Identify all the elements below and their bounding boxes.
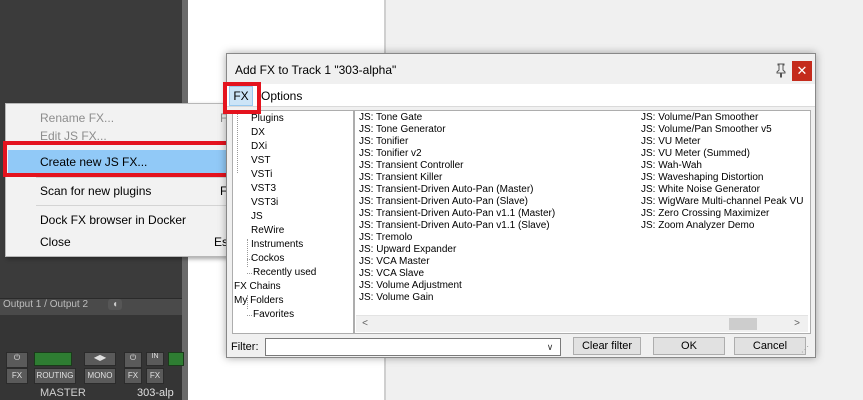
- horizontal-scrollbar[interactable]: < >: [356, 315, 808, 332]
- master-fx-button[interactable]: FX: [6, 368, 28, 384]
- pin-icon[interactable]: [772, 62, 790, 78]
- tree-item-vst[interactable]: VST: [251, 154, 270, 167]
- output-arrow-icon[interactable]: ◖: [108, 299, 122, 310]
- fx-list-item[interactable]: JS: White Noise Generator: [641, 184, 760, 196]
- menu-item-label: Scan for new plugins: [40, 184, 152, 198]
- tree-item-vst3i[interactable]: VST3i: [251, 196, 278, 209]
- tree-connector: [247, 273, 252, 274]
- fx-list-item[interactable]: JS: VU Meter: [641, 136, 700, 148]
- master-mute-solo[interactable]: [34, 352, 72, 366]
- resize-grip-icon[interactable]: ⋰: [801, 346, 811, 356]
- fx-list-item[interactable]: JS: Tonifier: [359, 136, 408, 148]
- tree-guide-line: [237, 111, 238, 173]
- fx-list-item[interactable]: JS: Tone Gate: [359, 112, 422, 124]
- ok-button[interactable]: OK: [653, 337, 725, 355]
- tree-item-vst3[interactable]: VST3: [251, 182, 276, 195]
- menu-separator: [36, 205, 244, 206]
- tree-item-fx-chains[interactable]: FX Chains: [234, 280, 281, 293]
- menu-item-close[interactable]: Close Esc: [6, 232, 250, 252]
- track-mute-solo[interactable]: [168, 352, 184, 366]
- menu-options[interactable]: Options: [261, 86, 302, 106]
- fx-list-item[interactable]: JS: Transient-Driven Auto-Pan (Master): [359, 184, 534, 196]
- plugin-category-tree: Plugins DX DXi VST VSTi VST3 VST3i JS Re…: [232, 110, 354, 334]
- fx-list-item[interactable]: JS: Upward Expander: [359, 244, 456, 256]
- fx-list-item[interactable]: JS: Waveshaping Distortion: [641, 172, 763, 184]
- fx-list-item[interactable]: JS: Tremolo: [359, 232, 412, 244]
- filter-input[interactable]: [265, 338, 561, 356]
- routing-button[interactable]: ROUTING: [34, 368, 76, 384]
- scroll-thumb[interactable]: [729, 318, 757, 330]
- track-power-icon[interactable]: ⏻: [124, 352, 142, 368]
- tree-item-favorites[interactable]: Favorites: [253, 308, 294, 321]
- fx-list-item[interactable]: JS: Transient-Driven Auto-Pan v1.1 (Slav…: [359, 220, 550, 232]
- tree-item-js[interactable]: JS: [251, 210, 263, 223]
- chevron-down-icon[interactable]: ∨: [542, 339, 558, 355]
- filter-label: Filter:: [231, 341, 259, 353]
- context-menu: Rename FX... F2 Edit JS FX... Create new…: [5, 103, 251, 257]
- tree-guide-line: [247, 239, 248, 267]
- tree-item-my-folders[interactable]: My Folders: [234, 294, 283, 307]
- fx-list-item[interactable]: JS: Zero Crossing Maximizer: [641, 208, 769, 220]
- close-button[interactable]: ✕: [792, 61, 812, 81]
- track-in-button[interactable]: IN: [146, 352, 164, 366]
- menu-item-label: Close: [40, 235, 71, 249]
- scroll-left-icon[interactable]: <: [358, 317, 372, 331]
- dialog-title: Add FX to Track 1 "303-alpha": [235, 63, 397, 77]
- fx-list-item[interactable]: JS: Zoom Analyzer Demo: [641, 220, 754, 232]
- clear-filter-button[interactable]: Clear filter: [573, 337, 641, 355]
- fx-list: JS: Tone Gate JS: Tone Generator JS: Ton…: [354, 110, 811, 334]
- menu-item-scan-plugins[interactable]: Scan for new plugins F5: [6, 181, 250, 201]
- menu-separator: [36, 177, 244, 178]
- tree-item-recently-used[interactable]: Recently used: [253, 266, 316, 279]
- add-fx-dialog: Add FX to Track 1 "303-alpha" ✕ FX Optio…: [226, 53, 816, 358]
- fx-list-item[interactable]: JS: VCA Master: [359, 256, 430, 268]
- track-fx-button[interactable]: FX: [124, 368, 142, 384]
- fx-list-item[interactable]: JS: WigWare Multi-channel Peak VU: [641, 196, 803, 208]
- tree-item-instruments[interactable]: Instruments: [251, 238, 303, 251]
- speaker-icon[interactable]: ◀▶: [84, 352, 116, 366]
- fx-list-item[interactable]: JS: Volume/Pan Smoother v5: [641, 124, 772, 136]
- tree-item-rewire[interactable]: ReWire: [251, 224, 284, 237]
- highlight-annotation-box: [223, 82, 261, 114]
- fx-list-item[interactable]: JS: Transient Killer: [359, 172, 442, 184]
- menu-item-label: Rename FX...: [40, 111, 115, 125]
- fx-list-item[interactable]: JS: VCA Slave: [359, 268, 424, 280]
- tree-item-cockos[interactable]: Cockos: [251, 252, 284, 265]
- fx-list-item[interactable]: JS: Transient-Driven Auto-Pan (Slave): [359, 196, 528, 208]
- track-fx-button-2[interactable]: FX: [146, 368, 164, 384]
- fx-list-item[interactable]: JS: Wah-Wah: [641, 160, 702, 172]
- mono-button[interactable]: MONO: [84, 368, 116, 384]
- fx-list-item[interactable]: JS: VU Meter (Summed): [641, 148, 750, 160]
- menu-item-label: Dock FX browser in Docker: [40, 213, 187, 227]
- highlight-annotation-box: [3, 141, 247, 177]
- menu-item-rename-fx[interactable]: Rename FX... F2: [6, 108, 250, 128]
- fx-list-item[interactable]: JS: Tonifier v2: [359, 148, 422, 160]
- fx-list-item[interactable]: JS: Tone Generator: [359, 124, 446, 136]
- dialog-menubar: FX Options: [227, 84, 815, 107]
- tree-item-dxi[interactable]: DXi: [251, 140, 267, 153]
- master-label: MASTER: [40, 387, 86, 399]
- output-label: Output 1 / Output 2: [3, 299, 89, 310]
- track-label: 303-alp: [137, 387, 174, 399]
- menu-item-dock-fx-browser[interactable]: Dock FX browser in Docker: [6, 210, 250, 230]
- cancel-button[interactable]: Cancel: [734, 337, 806, 355]
- fx-list-item[interactable]: JS: Transient-Driven Auto-Pan v1.1 (Mast…: [359, 208, 555, 220]
- power-icon[interactable]: ⏻: [6, 352, 28, 368]
- fx-list-item[interactable]: JS: Volume Gain: [359, 292, 433, 304]
- fx-list-item[interactable]: JS: Transient Controller: [359, 160, 464, 172]
- tree-item-vsti[interactable]: VSTi: [251, 168, 272, 181]
- scroll-right-icon[interactable]: >: [790, 317, 804, 331]
- tree-item-dx[interactable]: DX: [251, 126, 265, 139]
- fx-list-item[interactable]: JS: Volume Adjustment: [359, 280, 462, 292]
- fx-list-item[interactable]: JS: Volume/Pan Smoother: [641, 112, 758, 124]
- tree-connector: [247, 315, 252, 316]
